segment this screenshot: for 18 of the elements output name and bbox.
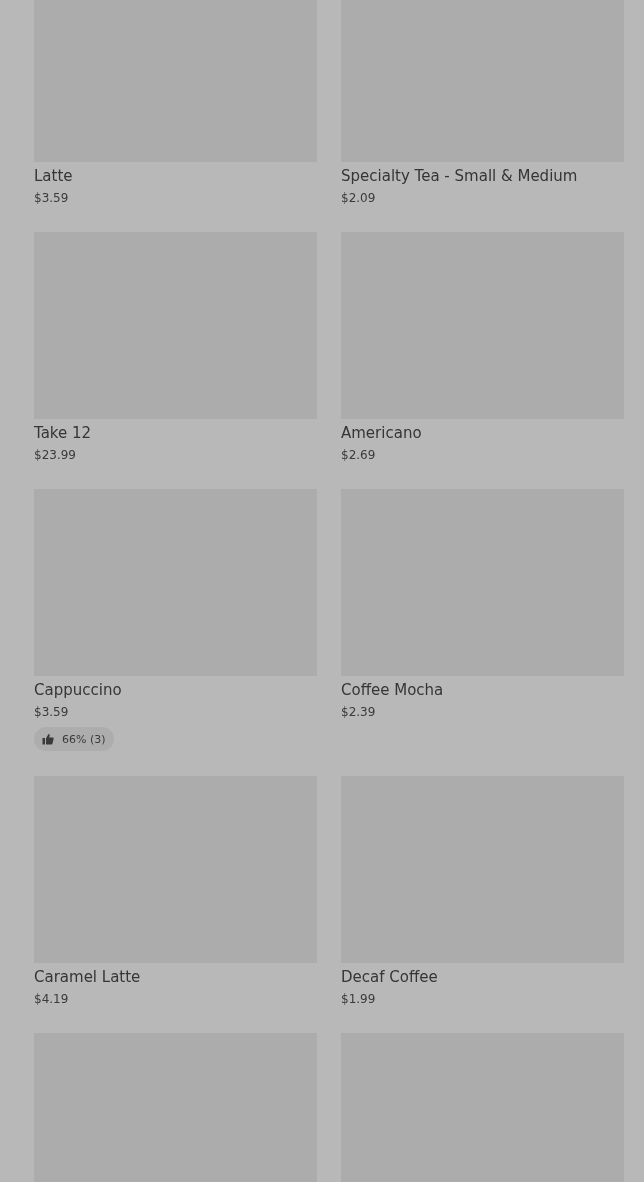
thumbs-up-icon bbox=[42, 733, 54, 745]
item-name: Specialty Tea - Small & Medium bbox=[341, 166, 578, 186]
item-price: $23.99 bbox=[34, 447, 76, 464]
item-price: $4.19 bbox=[34, 991, 69, 1008]
item-name: Cappuccino bbox=[34, 680, 122, 700]
item-name: Caramel Latte bbox=[34, 967, 141, 987]
item-name: Americano bbox=[341, 423, 422, 443]
item-price: $1.99 bbox=[341, 991, 376, 1008]
item-price: $2.69 bbox=[341, 447, 376, 464]
item-price: $2.39 bbox=[341, 704, 376, 721]
item-name: Take 12 bbox=[34, 423, 92, 443]
rating-text: 66% (3) bbox=[62, 732, 106, 746]
item-price: $3.59 bbox=[34, 704, 69, 721]
item-price: $3.59 bbox=[34, 190, 69, 207]
item-name: Decaf Coffee bbox=[341, 967, 438, 987]
item-name: Latte bbox=[34, 166, 73, 186]
item-name: Coffee Mocha bbox=[341, 680, 444, 700]
item-price: $2.09 bbox=[341, 190, 376, 207]
